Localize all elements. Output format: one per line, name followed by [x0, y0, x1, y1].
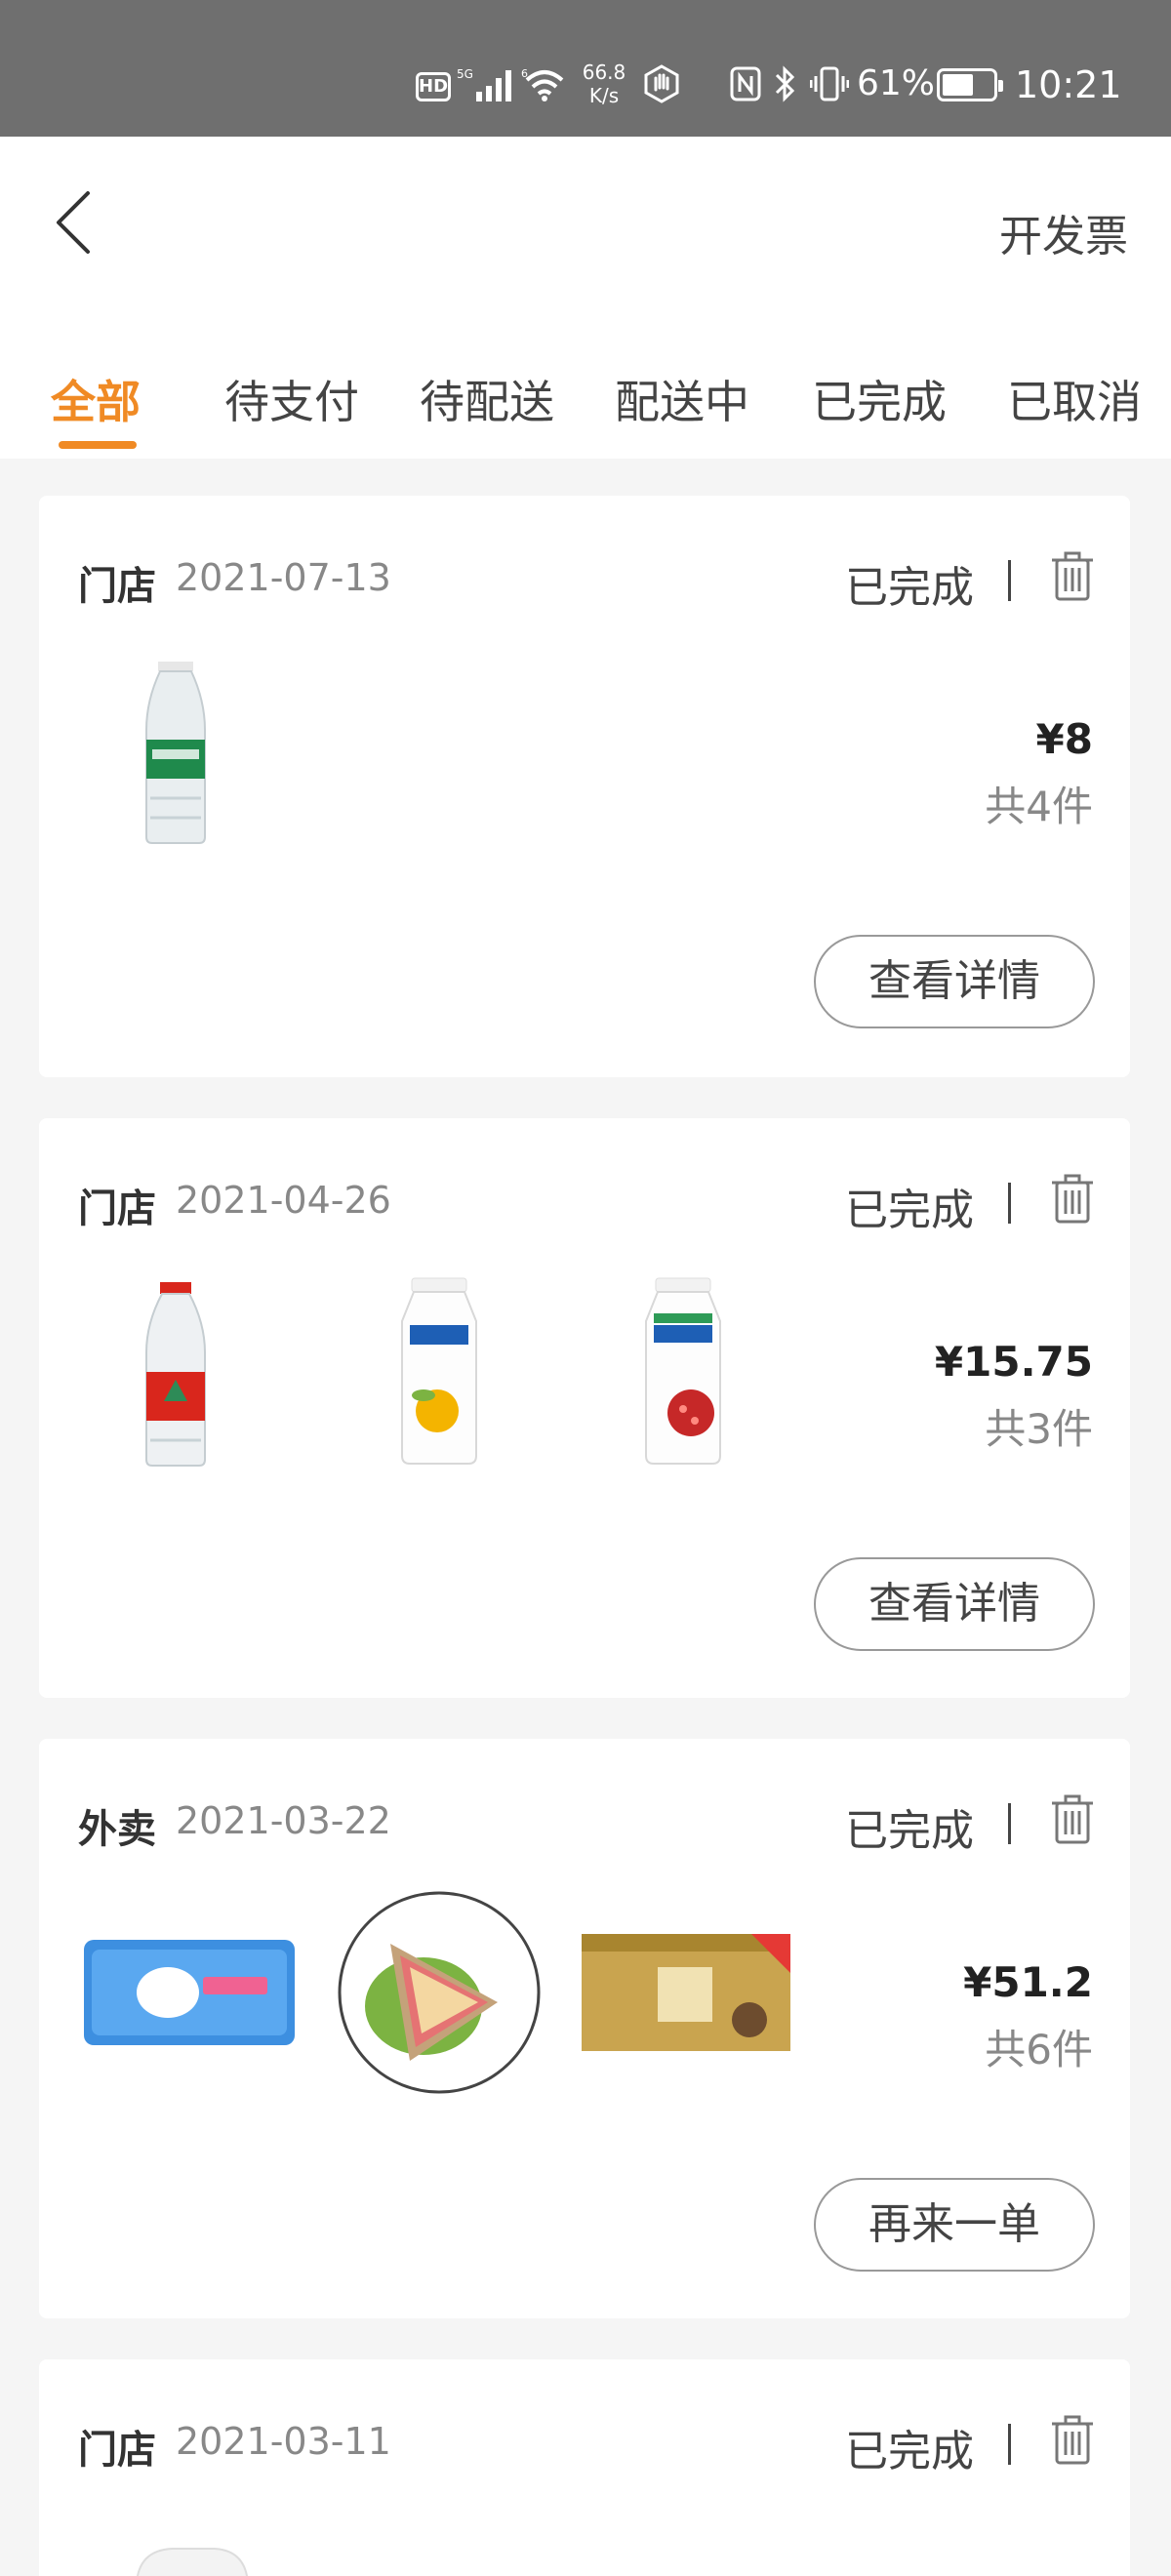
order-status: 已完成	[845, 1186, 974, 1235]
trash-icon[interactable]	[1048, 2412, 1097, 2467]
tab-pending-delivery[interactable]: 待配送	[420, 367, 554, 431]
product-thumbnail	[582, 1934, 790, 2051]
network-speed-value: 66.8	[582, 60, 626, 84]
product-thumbnail	[84, 1940, 295, 2045]
order-status: 已完成	[845, 1806, 974, 1856]
invoice-button[interactable]: 开发票	[999, 201, 1128, 263]
battery-level-fill	[943, 74, 973, 96]
product-thumbnail	[338, 1891, 541, 2094]
order-status: 已完成	[845, 2427, 974, 2476]
trash-icon[interactable]	[1048, 1791, 1097, 1846]
product-thumbnail	[645, 1277, 721, 1465]
order-card[interactable]: 门店 2021-03-11 已完成	[39, 2359, 1130, 2576]
page-header: 开发票 全部 待支付 待配送 配送中 已完成 已取消	[0, 137, 1171, 459]
order-status: 已完成	[845, 563, 974, 613]
product-thumbnail	[145, 662, 206, 844]
chevron-left-icon[interactable]	[47, 183, 105, 262]
tab-delivering[interactable]: 配送中	[615, 367, 749, 431]
order-price: ¥8	[1035, 715, 1093, 763]
order-date: 2021-04-26	[176, 1179, 391, 1222]
order-status-tabs: 全部 待支付 待配送 配送中 已完成 已取消	[0, 342, 1171, 459]
order-price: ¥51.2	[963, 1958, 1093, 2006]
tab-all[interactable]: 全部	[51, 367, 141, 431]
battery-icon	[937, 68, 1003, 101]
order-card[interactable]: 外卖 2021-03-22 已完成 ¥51.2 共6件 再来一单	[39, 1739, 1130, 2318]
network-speed-unit: K/s	[588, 84, 620, 107]
svg-text:5G: 5G	[457, 67, 473, 81]
order-date: 2021-03-11	[176, 2420, 391, 2463]
clock: 10:21	[1015, 63, 1122, 106]
bluetooth-icon	[775, 65, 795, 102]
vibrate-icon	[810, 66, 849, 101]
trash-icon[interactable]	[1048, 548, 1097, 603]
view-details-button[interactable]: 查看详情	[814, 1557, 1095, 1651]
tab-pending-payment[interactable]: 待支付	[224, 367, 359, 431]
nfc-icon	[730, 66, 761, 101]
trash-icon[interactable]	[1048, 1171, 1097, 1226]
product-thumbnail	[401, 1277, 477, 1465]
cellular-signal-icon: 5G	[457, 67, 511, 101]
divider	[1008, 1803, 1011, 1844]
tab-completed[interactable]: 已完成	[812, 367, 947, 431]
product-thumbnail	[136, 2548, 249, 2576]
reorder-button[interactable]: 再来一单	[814, 2178, 1095, 2272]
product-thumbnail	[145, 1282, 206, 1467]
order-source: 门店	[78, 2428, 156, 2473]
divider	[1008, 560, 1011, 601]
order-date: 2021-03-22	[176, 1799, 391, 1842]
divider	[1008, 1183, 1011, 1224]
active-tab-indicator	[59, 441, 137, 449]
order-source: 门店	[78, 564, 156, 609]
order-quantity: 共3件	[985, 1405, 1093, 1453]
hd-icon: HD	[416, 72, 451, 101]
order-quantity: 共6件	[985, 2026, 1093, 2073]
order-source: 门店	[78, 1187, 156, 1231]
order-card[interactable]: 门店 2021-04-26 已完成 ¥15.75 共3件 查看详情	[39, 1118, 1130, 1698]
battery-percent: 61%	[857, 63, 936, 103]
network-speed: 66.8 K/s	[580, 60, 628, 107]
view-details-button[interactable]: 查看详情	[814, 935, 1095, 1028]
order-card[interactable]: 门店 2021-07-13 已完成 ¥8 共4件 查看详情	[39, 496, 1130, 1077]
status-bar: HD 5G 6 66.8 K/s 61% 10:21	[0, 0, 1171, 137]
divider	[1008, 2424, 1011, 2465]
tab-cancelled[interactable]: 已取消	[1007, 367, 1142, 431]
order-source: 外卖	[78, 1807, 156, 1852]
order-price: ¥15.75	[934, 1338, 1093, 1386]
order-quantity: 共4件	[985, 783, 1093, 830]
hand-icon	[644, 64, 679, 103]
wifi-icon: 6	[521, 67, 564, 101]
order-date: 2021-07-13	[176, 556, 391, 599]
